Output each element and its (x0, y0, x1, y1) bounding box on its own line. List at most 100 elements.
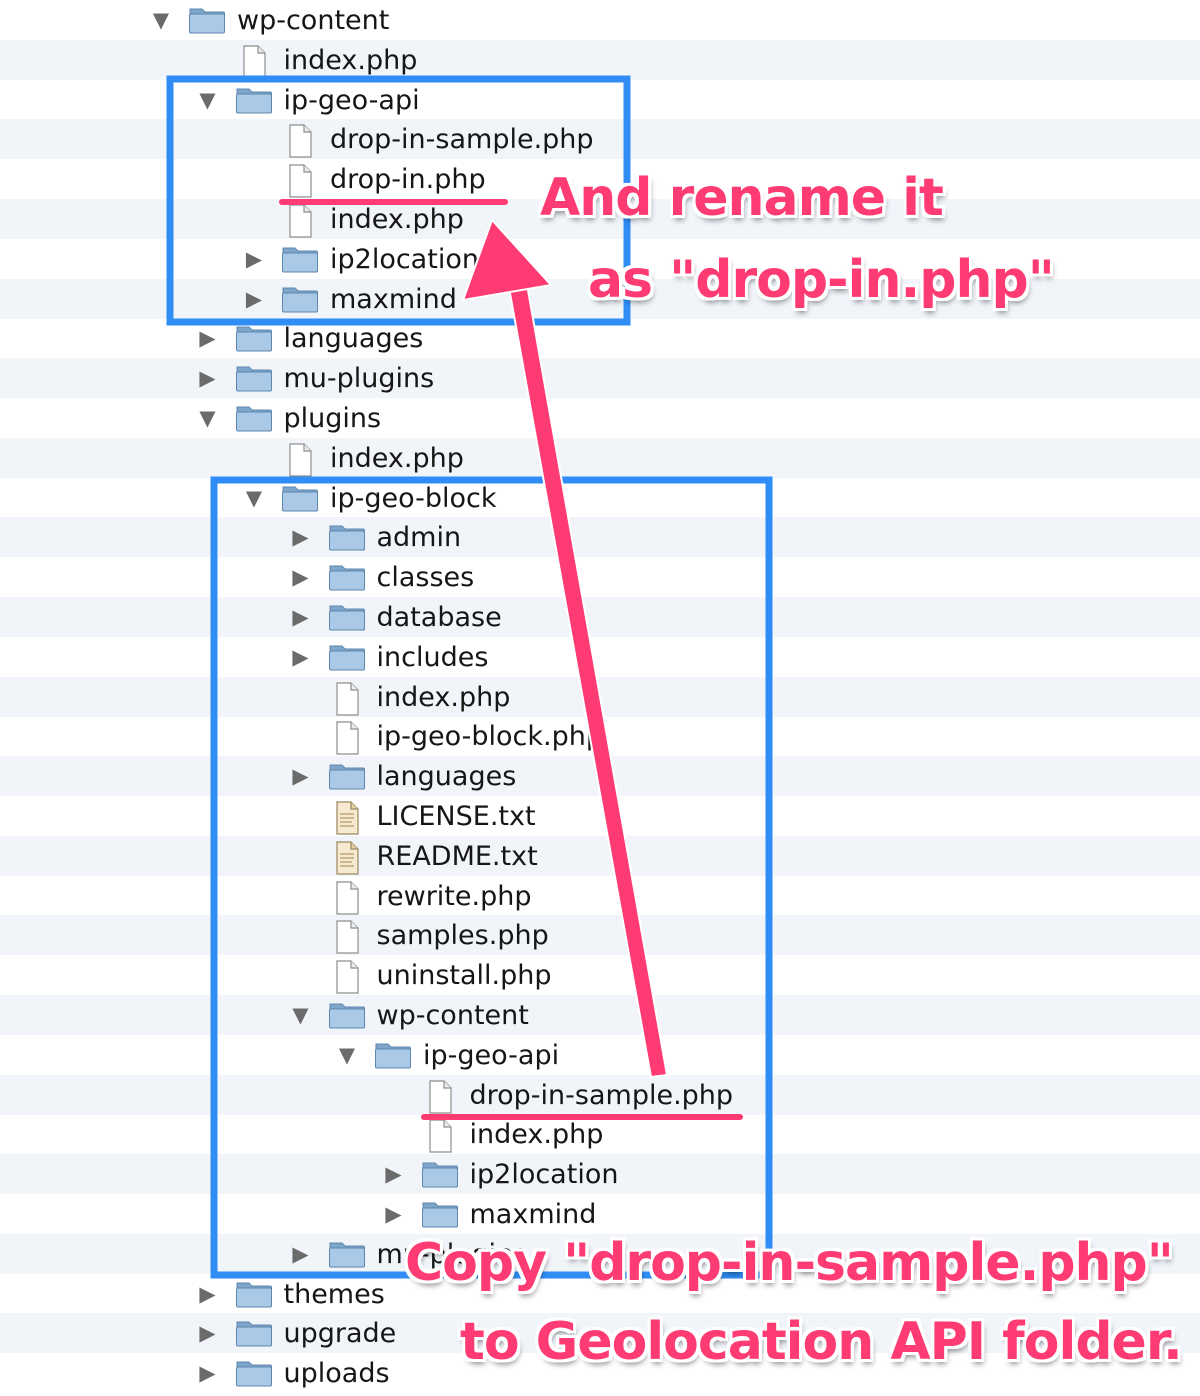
disclosure-expanded-icon[interactable]: ▼ (197, 408, 219, 429)
disclosure-collapsed-icon[interactable]: ▶ (197, 1283, 219, 1304)
tree-row[interactable]: rewrite.php (0, 876, 1200, 916)
tree-row[interactable]: uninstall.php (0, 955, 1200, 995)
tree-row[interactable]: drop-in-sample.php (0, 1074, 1200, 1115)
disclosure-expanded-icon[interactable]: ▼ (150, 10, 172, 31)
tree-row[interactable]: ▶ maxmind (0, 1194, 1200, 1234)
tree-item-label: plugins (283, 403, 382, 434)
disclosure-collapsed-icon[interactable]: ▶ (243, 248, 265, 269)
file-icon (281, 124, 319, 158)
file-icon (281, 204, 319, 238)
tree-item-label: index.php (376, 681, 511, 713)
annotation-rename-line2: as "drop-in.php" (588, 250, 1055, 310)
folder-icon (281, 244, 319, 274)
tree-item-label: samples.php (376, 920, 549, 952)
disclosure-collapsed-icon[interactable]: ▶ (290, 766, 312, 787)
tree-item-label: drop-in.php (330, 164, 486, 196)
tree-item-label: ip-geo-block.php (376, 721, 604, 753)
file-icon (328, 920, 366, 954)
disclosure-collapsed-icon[interactable]: ▶ (197, 1363, 219, 1384)
tree-row[interactable]: drop-in-sample.php (0, 119, 1200, 160)
file-icon (281, 443, 319, 477)
tree-item-label: wp-content (237, 5, 390, 36)
file-icon (421, 1079, 459, 1114)
tree-item-label: drop-in-sample.php (469, 1079, 734, 1111)
tree-row[interactable]: samples.php (0, 915, 1200, 956)
folder-icon (235, 1279, 273, 1309)
folder-icon (374, 1040, 412, 1070)
file-icon (235, 45, 273, 79)
tree-item-label: index.php (283, 44, 418, 76)
tree-item-label: mu-plugins (283, 363, 435, 395)
disclosure-collapsed-icon[interactable]: ▶ (197, 368, 219, 389)
tree-row[interactable]: ▼ plugins (0, 398, 1200, 438)
disclosure-collapsed-icon[interactable]: ▶ (290, 646, 312, 667)
disclosure-collapsed-icon[interactable]: ▶ (383, 1164, 405, 1185)
tree-row[interactable]: ▼ wp-content (0, 995, 1200, 1035)
tree-row[interactable]: index.php (0, 39, 1200, 80)
folder-icon (421, 1199, 459, 1229)
tree-row[interactable]: ip-geo-block.php (0, 716, 1200, 756)
tree-row[interactable]: README.txt (0, 835, 1200, 876)
tree-row[interactable]: index.php (0, 1114, 1200, 1154)
tree-row[interactable]: index.php (0, 437, 1200, 478)
disclosure-collapsed-icon[interactable]: ▶ (243, 288, 265, 309)
file-icon (328, 721, 366, 755)
text-file-icon (328, 801, 366, 835)
folder-icon (328, 761, 366, 791)
tree-row[interactable]: ▶ classes (0, 557, 1200, 597)
tree-item-label: includes (376, 641, 489, 673)
disclosure-expanded-icon[interactable]: ▼ (336, 1044, 358, 1065)
tree-item-label: ip-geo-api (423, 1039, 560, 1071)
annotation-copy-line2: to Geolocation API folder. (460, 1312, 1183, 1372)
tree-row[interactable]: index.php (0, 676, 1200, 717)
file-icon (328, 681, 366, 716)
tree-item-label: index.php (330, 442, 464, 474)
tree-row[interactable]: ▶ languages (0, 756, 1200, 797)
tree-item-label: maxmind (469, 1199, 597, 1230)
tree-item-label: themes (283, 1278, 385, 1310)
tree-row[interactable]: ▶ database (0, 597, 1200, 637)
tree-item-label: ip-geo-block (330, 482, 497, 514)
folder-icon (235, 363, 273, 393)
tree-item-label: ip2location (469, 1159, 619, 1191)
disclosure-collapsed-icon[interactable]: ▶ (290, 567, 312, 588)
tree-item-label: languages (376, 761, 517, 793)
tree-row[interactable]: ▶ includes (0, 637, 1200, 677)
folder-icon (328, 602, 366, 632)
tree-row[interactable]: ▼ wp-content (0, 0, 1200, 40)
tree-row[interactable]: ▶ mu-plugins (0, 358, 1200, 399)
folder-icon (328, 642, 366, 672)
disclosure-collapsed-icon[interactable]: ▶ (290, 1243, 312, 1264)
folder-icon (235, 1358, 273, 1388)
disclosure-collapsed-icon[interactable]: ▶ (290, 607, 312, 628)
tree-row[interactable]: ▶ admin (0, 517, 1200, 558)
tree-row[interactable]: ▼ ip-geo-block (0, 478, 1200, 518)
tree-item-label: ip2location (330, 243, 479, 275)
tree-item-label: LICENSE.txt (376, 801, 536, 832)
tree-item-label: index.php (469, 1119, 604, 1151)
disclosure-expanded-icon[interactable]: ▼ (197, 89, 219, 110)
tree-row[interactable]: ▶ ip2location (0, 1154, 1200, 1195)
folder-icon (235, 403, 273, 433)
folder-icon (281, 284, 319, 314)
file-icon (421, 1119, 459, 1153)
annotation-rename-line1: And rename it (540, 168, 944, 228)
tree-row[interactable]: ▼ ip-geo-api (0, 80, 1200, 120)
disclosure-collapsed-icon[interactable]: ▶ (197, 328, 219, 349)
file-icon (328, 960, 366, 994)
tree-row[interactable]: ▶ languages (0, 318, 1200, 358)
folder-icon (328, 522, 366, 552)
tree-item-label: upgrade (283, 1318, 397, 1350)
disclosure-collapsed-icon[interactable]: ▶ (383, 1204, 405, 1225)
disclosure-expanded-icon[interactable]: ▼ (243, 487, 265, 508)
disclosure-expanded-icon[interactable]: ▼ (290, 1005, 312, 1026)
folder-icon (328, 1000, 366, 1030)
disclosure-collapsed-icon[interactable]: ▶ (290, 527, 312, 548)
tree-item-label: rewrite.php (376, 880, 532, 912)
tree-row[interactable]: ▼ ip-geo-api (0, 1035, 1200, 1075)
tree-row[interactable]: LICENSE.txt (0, 796, 1200, 836)
tree-item-label: uninstall.php (376, 960, 552, 992)
disclosure-collapsed-icon[interactable]: ▶ (197, 1323, 219, 1344)
folder-icon (235, 85, 273, 115)
file-icon (281, 164, 319, 198)
